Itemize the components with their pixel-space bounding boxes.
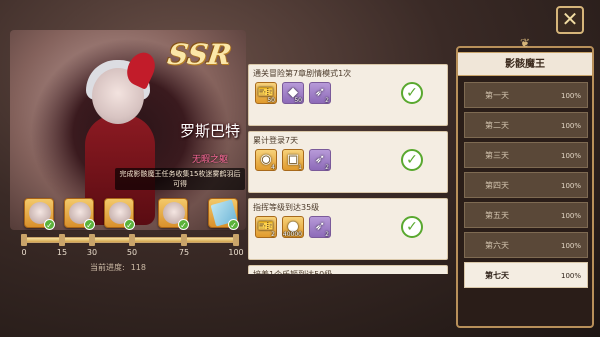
day-tab[interactable]: 第七天 100% <box>464 262 588 288</box>
reward-count: 2 <box>325 97 329 104</box>
reward-count: 2 <box>271 231 275 238</box>
task-title: 通关冒险第7章剧情模式1次 <box>253 69 352 78</box>
progress-caption-value: 118 <box>130 263 146 272</box>
rarity-badge: SSR <box>165 38 234 71</box>
reward-count: 2 <box>325 231 329 238</box>
reward-count: 2 <box>325 164 329 171</box>
progress-tick-label: 30 <box>86 248 98 257</box>
milestone-reward[interactable]: ✓ <box>208 198 239 230</box>
task-row: 培养1个乐姬到达50级 <box>248 265 448 274</box>
reward-item[interactable]: 🎫 50 <box>255 82 277 104</box>
event-title: 影骸魔王 <box>458 52 592 76</box>
milestone-reward[interactable]: ✓ <box>158 198 189 230</box>
progress-tick-marker <box>129 234 135 246</box>
reward-item[interactable]: ▣ 1 <box>282 149 304 171</box>
progress-tick-label: 50 <box>126 248 138 257</box>
reward-count: 50 <box>267 97 275 104</box>
task-row: 累计登录7天 ◉ 4 ▣ 1 ➶ 2 ✓ <box>248 131 448 193</box>
progress-tick-label: 0 <box>21 248 27 257</box>
day-tab-label: 第五天 <box>485 211 509 220</box>
reward-count: 40000 <box>282 231 302 238</box>
progress-tick-marker <box>21 234 27 246</box>
claimed-check-icon: ✓ <box>44 219 55 230</box>
reward-count: 50 <box>294 97 302 104</box>
ornament-icon: ❦ <box>519 36 531 50</box>
day-tab-label: 第四天 <box>485 181 509 190</box>
day-tab-percent: 100% <box>560 152 581 160</box>
reward-item[interactable]: ➶ 2 <box>309 149 331 171</box>
task-title: 指挥等级到达35级 <box>253 203 320 212</box>
milestone-reward[interactable]: ✓ <box>64 198 95 230</box>
task-title: 累计登录7天 <box>253 136 299 145</box>
task-complete-check-icon: ✓ <box>401 149 423 171</box>
hero-name: 罗斯巴特 <box>180 122 241 140</box>
event-screen: SSR 罗斯巴特 无暇之躯 完成影骸魔王任务收集15枚迷雾鹤羽后可得 ✓ ✓ ✓… <box>0 0 600 337</box>
claimed-check-icon: ✓ <box>124 219 135 230</box>
claimed-check-icon: ✓ <box>228 219 239 230</box>
task-complete-check-icon: ✓ <box>401 216 423 238</box>
progress-tick-marker <box>233 234 239 246</box>
reward-item[interactable]: ➶ 2 <box>309 216 331 238</box>
reward-count: 1 <box>298 164 302 171</box>
progress-tick-label: 15 <box>56 248 68 257</box>
day-tab-label: 第六天 <box>485 241 509 250</box>
claimed-check-icon: ✓ <box>84 219 95 230</box>
day-tab[interactable]: 第六天 100% <box>464 232 588 258</box>
day-tab-label: 第二天 <box>485 121 509 130</box>
milestone-reward[interactable]: ✓ <box>24 198 55 230</box>
progress-caption-label: 当前进度: <box>90 263 125 272</box>
progress-tick-marker <box>181 234 187 246</box>
reward-item[interactable]: ● 40000 <box>282 216 304 238</box>
progress-caption: 当前进度: 118 <box>90 262 220 273</box>
task-complete-check-icon: ✓ <box>401 82 423 104</box>
milestone-rewards: ✓ ✓ ✓ ✓ ✓ <box>22 198 252 232</box>
reward-count: 4 <box>271 164 275 171</box>
day-tab-percent: 100% <box>560 92 581 100</box>
reward-item[interactable]: 🎫 2 <box>255 216 277 238</box>
day-tab-percent: 100% <box>560 122 581 130</box>
progress-tick-marker <box>59 234 65 246</box>
unlock-hint: 完成影骸魔王任务收集15枚迷雾鹤羽后可得 <box>115 168 245 190</box>
day-tab-label: 第一天 <box>485 91 509 100</box>
reward-item[interactable]: ➶ 2 <box>309 82 331 104</box>
claimed-check-icon: ✓ <box>178 219 189 230</box>
reward-item[interactable]: ◆ 50 <box>282 82 304 104</box>
day-tab[interactable]: 第一天 100% <box>464 82 588 108</box>
day-tab[interactable]: 第二天 100% <box>464 112 588 138</box>
day-tab-percent: 100% <box>560 182 581 190</box>
reward-item[interactable]: ◉ 4 <box>255 149 277 171</box>
task-row: 指挥等级到达35级 🎫 2 ● 40000 ➶ 2 ✓ <box>248 198 448 260</box>
day-tab[interactable]: 第四天 100% <box>464 172 588 198</box>
milestone-reward[interactable]: ✓ <box>104 198 135 230</box>
day-tab-percent: 100% <box>560 212 581 220</box>
day-tab[interactable]: 第三天 100% <box>464 142 588 168</box>
task-list[interactable]: 通关冒险第7章剧情模式1次 🎫 50 ◆ 50 ➶ 2 ✓ 累计登录7天 ◉ 4 ▣ 1 ➶ 2 ✓ 指挥等级到… <box>248 64 448 274</box>
day-tab[interactable]: 第五天 100% <box>464 202 588 228</box>
progress-tick-label: 75 <box>178 248 190 257</box>
hero-subtitle: 无暇之躯 <box>191 155 228 165</box>
task-row: 通关冒险第7章剧情模式1次 🎫 50 ◆ 50 ➶ 2 ✓ <box>248 64 448 126</box>
day-tab-percent: 100% <box>560 242 581 250</box>
day-tab-label: 第七天 <box>485 271 509 280</box>
task-title: 培养1个乐姬到达50级 <box>253 269 332 274</box>
day-tab-label: 第三天 <box>485 151 509 160</box>
progress-tick-marker <box>89 234 95 246</box>
day-tab-percent: 100% <box>560 272 581 280</box>
progress-tick-label: 100 <box>228 248 244 257</box>
close-button[interactable]: ✕ <box>556 6 584 34</box>
